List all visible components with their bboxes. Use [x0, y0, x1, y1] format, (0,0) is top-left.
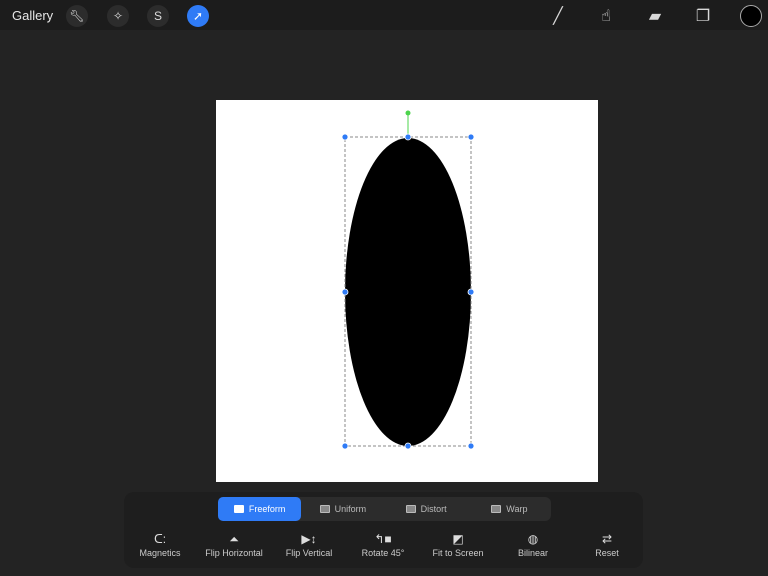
rotation-handle [405, 110, 411, 116]
canvas[interactable] [216, 100, 598, 482]
layers-icon[interactable]: ❐ [693, 6, 713, 26]
eraser-icon[interactable]: ▰ [645, 6, 665, 26]
mode-warp[interactable]: Warp [468, 497, 551, 521]
magnetics-button[interactable]: ᑕ: Magnetics [139, 532, 180, 558]
selection-s-icon[interactable]: S [147, 5, 169, 27]
fit-screen-icon: ◩ [452, 532, 464, 546]
warp-icon [491, 505, 502, 513]
magic-wand-icon[interactable]: ✧ [107, 5, 129, 27]
reset-icon: ⇄ [601, 532, 613, 546]
reset-button[interactable]: ⇄ Reset [595, 532, 619, 558]
top-toolbar: Gallery 🔧︎ ✧ S ➚ ╱ ☝︎ ▰ ❐ [0, 0, 768, 30]
mode-selector: Freeform Uniform Distort Warp [218, 497, 551, 521]
gallery-button[interactable]: Gallery [12, 8, 53, 23]
color-swatch[interactable] [740, 5, 762, 27]
mode-freeform[interactable]: Freeform [218, 497, 302, 521]
transform-panel: Freeform Uniform Distort Warp ᑕ: Magnetic… [124, 492, 643, 568]
fit-to-screen-button[interactable]: ◩ Fit to Screen [432, 532, 483, 558]
flip-vertical-button[interactable]: ▶↕ Flip Vertical [286, 532, 333, 558]
ellipse-shape [345, 138, 471, 446]
uniform-icon [319, 505, 330, 513]
bilinear-icon: ◍ [527, 532, 539, 546]
mode-uniform[interactable]: Uniform [301, 497, 384, 521]
flip-vertical-icon: ▶↕ [301, 532, 317, 546]
freeform-icon [233, 505, 244, 513]
distort-icon [405, 505, 416, 513]
rotate-45-button[interactable]: ↰■ Rotate 45° [362, 532, 405, 558]
rotate-icon: ↰■ [374, 532, 392, 546]
transform-arrow-icon[interactable]: ➚ [187, 5, 209, 27]
smudge-icon[interactable]: ☝︎ [596, 6, 616, 26]
magnet-icon: ᑕ: [153, 532, 167, 546]
mode-distort[interactable]: Distort [385, 497, 468, 521]
wrench-icon[interactable]: 🔧︎ [66, 5, 88, 27]
bilinear-button[interactable]: ◍ Bilinear [518, 532, 548, 558]
flip-horizontal-icon: ⏶ [229, 532, 239, 546]
brush-icon[interactable]: ╱ [548, 6, 568, 26]
transform-selection[interactable] [216, 100, 598, 482]
flip-horizontal-button[interactable]: ⏶ Flip Horizontal [205, 532, 263, 558]
